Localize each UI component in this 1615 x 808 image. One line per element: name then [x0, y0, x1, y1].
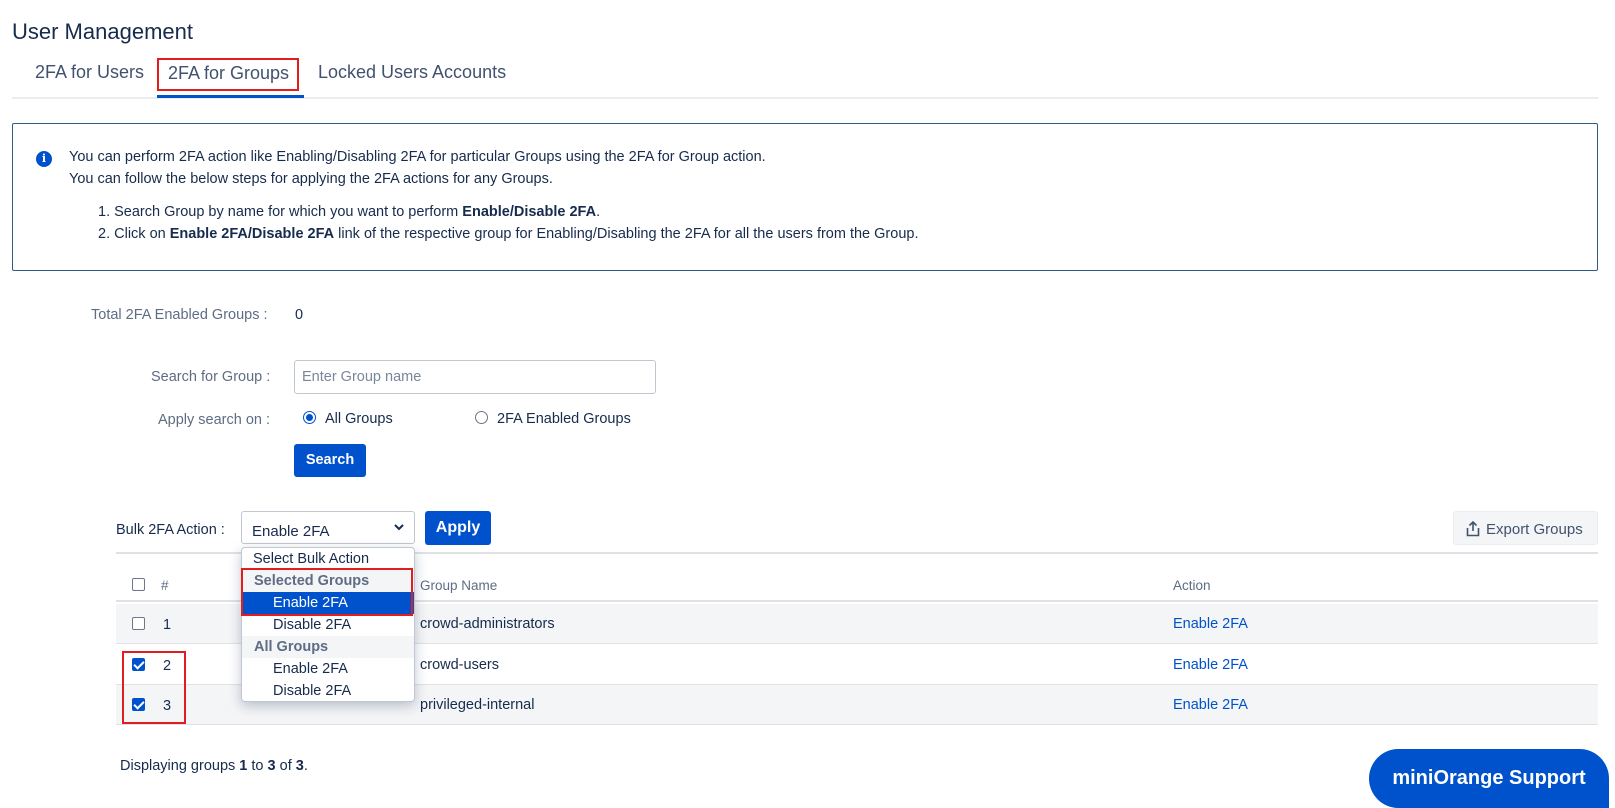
header-group-name: Group Name — [420, 578, 498, 593]
pagination-to: 3 — [267, 758, 276, 774]
export-groups-label: Export Groups — [1486, 521, 1583, 538]
info-step-2: 2. Click on Enable 2FA/Disable 2FA link … — [98, 226, 918, 242]
tab-2fa-for-users[interactable]: 2FA for Users — [35, 62, 144, 83]
info-step-2-bold: Enable 2FA/Disable 2FA — [169, 226, 335, 242]
row-enable-2fa-link[interactable]: Enable 2FA — [1173, 616, 1248, 632]
total-enabled-label: Total 2FA Enabled Groups : — [91, 307, 268, 323]
pagination-prefix: Displaying groups — [120, 758, 240, 774]
tab-locked-users-accounts[interactable]: Locked Users Accounts — [318, 62, 506, 83]
row-enable-2fa-link[interactable]: Enable 2FA — [1173, 657, 1248, 673]
row-number: 1 — [163, 617, 172, 633]
info-line-1: You can perform 2FA action like Enabling… — [69, 149, 766, 165]
apply-search-label: Apply search on : — [158, 412, 271, 428]
radio-2fa-enabled-groups-label[interactable]: 2FA Enabled Groups — [497, 411, 631, 427]
pagination-of-word: of — [275, 758, 296, 774]
header-action: Action — [1173, 578, 1211, 593]
bulk-action-label: Bulk 2FA Action : — [116, 522, 225, 538]
bulk-action-selected-value: Enable 2FA — [252, 523, 330, 540]
page-title: User Management — [12, 19, 193, 44]
export-icon — [1466, 521, 1480, 537]
select-all-checkbox[interactable] — [132, 578, 145, 591]
pagination-suffix: . — [303, 758, 308, 774]
radio-all-groups[interactable] — [303, 411, 316, 424]
dropdown-option-all-disable-2fa[interactable]: Disable 2FA — [242, 680, 414, 701]
apply-button[interactable]: Apply — [425, 511, 491, 545]
pagination-to-word: to — [247, 758, 268, 774]
row-checkbox[interactable] — [132, 617, 145, 630]
bulk-action-dropdown: Select Bulk Action Selected Groups Enabl… — [241, 547, 415, 702]
row-group-name: privileged-internal — [420, 697, 535, 713]
row-group-name: crowd-administrators — [420, 616, 555, 632]
info-step-1-bold: Enable/Disable 2FA — [462, 204, 597, 220]
radio-2fa-enabled-groups[interactable] — [475, 411, 488, 424]
tab-bar: 2FA for Users 2FA for Groups Locked User… — [12, 58, 1598, 99]
row-enable-2fa-link[interactable]: Enable 2FA — [1173, 697, 1248, 713]
tab-2fa-for-groups[interactable]: 2FA for Groups — [157, 58, 300, 91]
search-button[interactable]: Search — [294, 444, 366, 477]
dropdown-option-selected-disable-2fa[interactable]: Disable 2FA — [242, 614, 414, 636]
chevron-down-icon — [394, 524, 404, 531]
dropdown-group-all-groups: All Groups — [242, 636, 414, 658]
dropdown-option-selected-enable-2fa[interactable]: Enable 2FA — [242, 592, 414, 614]
row-group-name: crowd-users — [420, 657, 499, 673]
dropdown-option-placeholder[interactable]: Select Bulk Action — [242, 548, 414, 570]
info-step-1-text: 1. Search Group by name for which you wa… — [98, 204, 463, 220]
radio-all-groups-label[interactable]: All Groups — [325, 411, 393, 427]
dropdown-group-selected-groups: Selected Groups — [242, 570, 414, 592]
search-group-label: Search for Group : — [151, 369, 271, 385]
info-step-2-end: link of the respective group for Enablin… — [334, 226, 919, 242]
active-tab-underline — [157, 95, 304, 98]
pagination-total: 3 — [295, 758, 304, 774]
pagination-summary: Displaying groups 1 to 3 of 3. — [120, 758, 308, 774]
dropdown-option-all-enable-2fa[interactable]: Enable 2FA — [242, 658, 414, 680]
export-groups-button[interactable]: Export Groups — [1453, 511, 1598, 545]
info-panel: i You can perform 2FA action like Enabli… — [12, 123, 1598, 271]
miniorange-support-button[interactable]: miniOrange Support — [1369, 749, 1609, 808]
search-group-input[interactable] — [294, 360, 656, 394]
info-step-1: 1. Search Group by name for which you wa… — [98, 204, 600, 220]
checked-rows-highlight — [122, 651, 186, 724]
bulk-action-select[interactable]: Enable 2FA — [241, 511, 415, 544]
info-step-1-end: . — [596, 204, 601, 220]
info-icon: i — [36, 151, 52, 167]
total-enabled-value: 0 — [295, 307, 304, 323]
info-line-2: You can follow the below steps for apply… — [69, 171, 553, 187]
info-step-2-text: 2. Click on — [98, 226, 170, 242]
header-number: # — [161, 578, 169, 593]
